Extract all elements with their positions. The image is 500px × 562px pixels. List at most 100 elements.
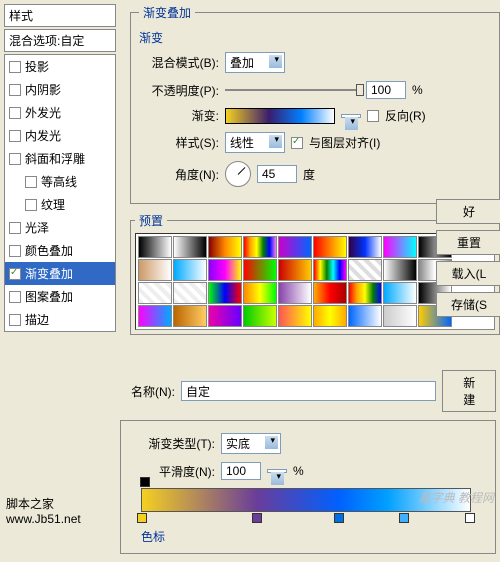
new-button[interactable]: 新建 <box>442 370 496 412</box>
style-item-图案叠加[interactable]: 图案叠加 <box>5 285 115 308</box>
preset-swatch-0[interactable] <box>138 236 172 258</box>
preset-swatch-34[interactable] <box>383 305 417 327</box>
smooth-dropdown[interactable] <box>267 469 287 473</box>
style-type-select[interactable]: 线性 <box>225 132 285 153</box>
load-button[interactable]: 载入(L <box>436 261 500 286</box>
checkbox[interactable] <box>9 130 21 142</box>
sidebar-title: 样式 <box>4 4 116 27</box>
angle-input[interactable]: 45 <box>257 165 297 183</box>
preset-swatch-2[interactable] <box>208 236 242 258</box>
style-item-外发光[interactable]: 外发光 <box>5 101 115 124</box>
gradient-dropdown[interactable] <box>341 114 361 118</box>
preset-swatch-18[interactable] <box>138 282 172 304</box>
reverse-checkbox[interactable] <box>367 110 379 122</box>
style-item-描边[interactable]: 描边 <box>5 308 115 331</box>
preset-swatch-23[interactable] <box>313 282 347 304</box>
checkbox[interactable] <box>9 245 21 257</box>
name-input[interactable] <box>181 381 436 401</box>
style-label: 渐变叠加 <box>25 265 73 282</box>
style-item-内发光[interactable]: 内发光 <box>5 124 115 147</box>
style-item-纹理[interactable]: 纹理 <box>5 193 115 216</box>
style-label: 内阴影 <box>25 81 61 98</box>
checkbox[interactable] <box>9 107 21 119</box>
grad-type-label: 渐变类型(T): <box>129 435 215 452</box>
preset-swatch-31[interactable] <box>278 305 312 327</box>
style-item-内阴影[interactable]: 内阴影 <box>5 78 115 101</box>
grad-type-select[interactable]: 实底 <box>221 433 281 454</box>
preset-swatch-24[interactable] <box>348 282 382 304</box>
preset-swatch-16[interactable] <box>383 259 417 281</box>
color-stop[interactable] <box>137 513 147 523</box>
angle-dial[interactable] <box>225 161 251 187</box>
smooth-input[interactable]: 100 <box>221 462 261 480</box>
checkbox[interactable] <box>25 199 37 211</box>
preset-swatch-32[interactable] <box>313 305 347 327</box>
preset-swatch-29[interactable] <box>208 305 242 327</box>
checkbox[interactable] <box>9 268 21 280</box>
checkbox[interactable] <box>9 153 21 165</box>
style-type-label: 样式(S): <box>139 134 219 151</box>
group-legend: 渐变叠加 <box>139 4 195 21</box>
preset-swatch-15[interactable] <box>348 259 382 281</box>
align-checkbox[interactable] <box>291 137 303 149</box>
style-label: 斜面和浮雕 <box>25 150 85 167</box>
preset-swatch-4[interactable] <box>278 236 312 258</box>
checkbox[interactable] <box>9 61 21 73</box>
preset-swatch-6[interactable] <box>348 236 382 258</box>
ok-button[interactable]: 好 <box>436 199 500 224</box>
opacity-input[interactable]: 100 <box>366 81 406 99</box>
color-stop[interactable] <box>252 513 262 523</box>
checkbox[interactable] <box>9 291 21 303</box>
reverse-label: 反向(R) <box>385 107 426 124</box>
preset-swatch-12[interactable] <box>243 259 277 281</box>
preset-swatch-9[interactable] <box>138 259 172 281</box>
style-item-斜面和浮雕[interactable]: 斜面和浮雕 <box>5 147 115 170</box>
style-label: 图案叠加 <box>25 288 73 305</box>
blend-options[interactable]: 混合选项:自定 <box>4 29 116 52</box>
preset-swatch-30[interactable] <box>243 305 277 327</box>
preset-swatch-28[interactable] <box>173 305 207 327</box>
style-label: 内发光 <box>25 127 61 144</box>
footer-line1: 脚本之家 <box>6 495 81 512</box>
style-item-等高线[interactable]: 等高线 <box>5 170 115 193</box>
preset-swatch-1[interactable] <box>173 236 207 258</box>
opacity-stop[interactable] <box>140 477 150 487</box>
color-stop[interactable] <box>465 513 475 523</box>
color-stop[interactable] <box>334 513 344 523</box>
preset-swatch-3[interactable] <box>243 236 277 258</box>
reset-button[interactable]: 重置 <box>436 230 500 255</box>
stops-title: 色标 <box>141 528 487 545</box>
save-button[interactable]: 存储(S <box>436 292 500 317</box>
gradient-preview[interactable] <box>225 108 335 124</box>
opacity-thumb[interactable] <box>356 84 364 96</box>
preset-swatch-5[interactable] <box>313 236 347 258</box>
checkbox[interactable] <box>9 314 21 326</box>
preset-swatch-11[interactable] <box>208 259 242 281</box>
preset-swatch-21[interactable] <box>243 282 277 304</box>
gradient-label: 渐变: <box>139 107 219 124</box>
gradient-overlay-group: 渐变叠加 渐变 混合模式(B): 叠加 不透明度(P): 100 % 渐变: 反… <box>130 4 500 204</box>
checkbox[interactable] <box>9 84 21 96</box>
opacity-slider[interactable] <box>225 89 360 91</box>
style-item-投影[interactable]: 投影 <box>5 55 115 78</box>
style-item-光泽[interactable]: 光泽 <box>5 216 115 239</box>
preset-swatch-10[interactable] <box>173 259 207 281</box>
opacity-unit: % <box>412 83 423 97</box>
preset-swatch-25[interactable] <box>383 282 417 304</box>
preset-swatch-14[interactable] <box>313 259 347 281</box>
checkbox[interactable] <box>25 176 37 188</box>
preset-swatch-33[interactable] <box>348 305 382 327</box>
blend-mode-select[interactable]: 叠加 <box>225 52 285 73</box>
checkbox[interactable] <box>9 222 21 234</box>
preset-swatch-22[interactable] <box>278 282 312 304</box>
style-item-渐变叠加[interactable]: 渐变叠加 <box>5 262 115 285</box>
style-item-颜色叠加[interactable]: 颜色叠加 <box>5 239 115 262</box>
preset-swatch-27[interactable] <box>138 305 172 327</box>
style-label: 等高线 <box>41 173 77 190</box>
preset-swatch-7[interactable] <box>383 236 417 258</box>
preset-swatch-20[interactable] <box>208 282 242 304</box>
angle-unit: 度 <box>303 166 315 183</box>
preset-swatch-19[interactable] <box>173 282 207 304</box>
color-stop[interactable] <box>399 513 409 523</box>
preset-swatch-13[interactable] <box>278 259 312 281</box>
